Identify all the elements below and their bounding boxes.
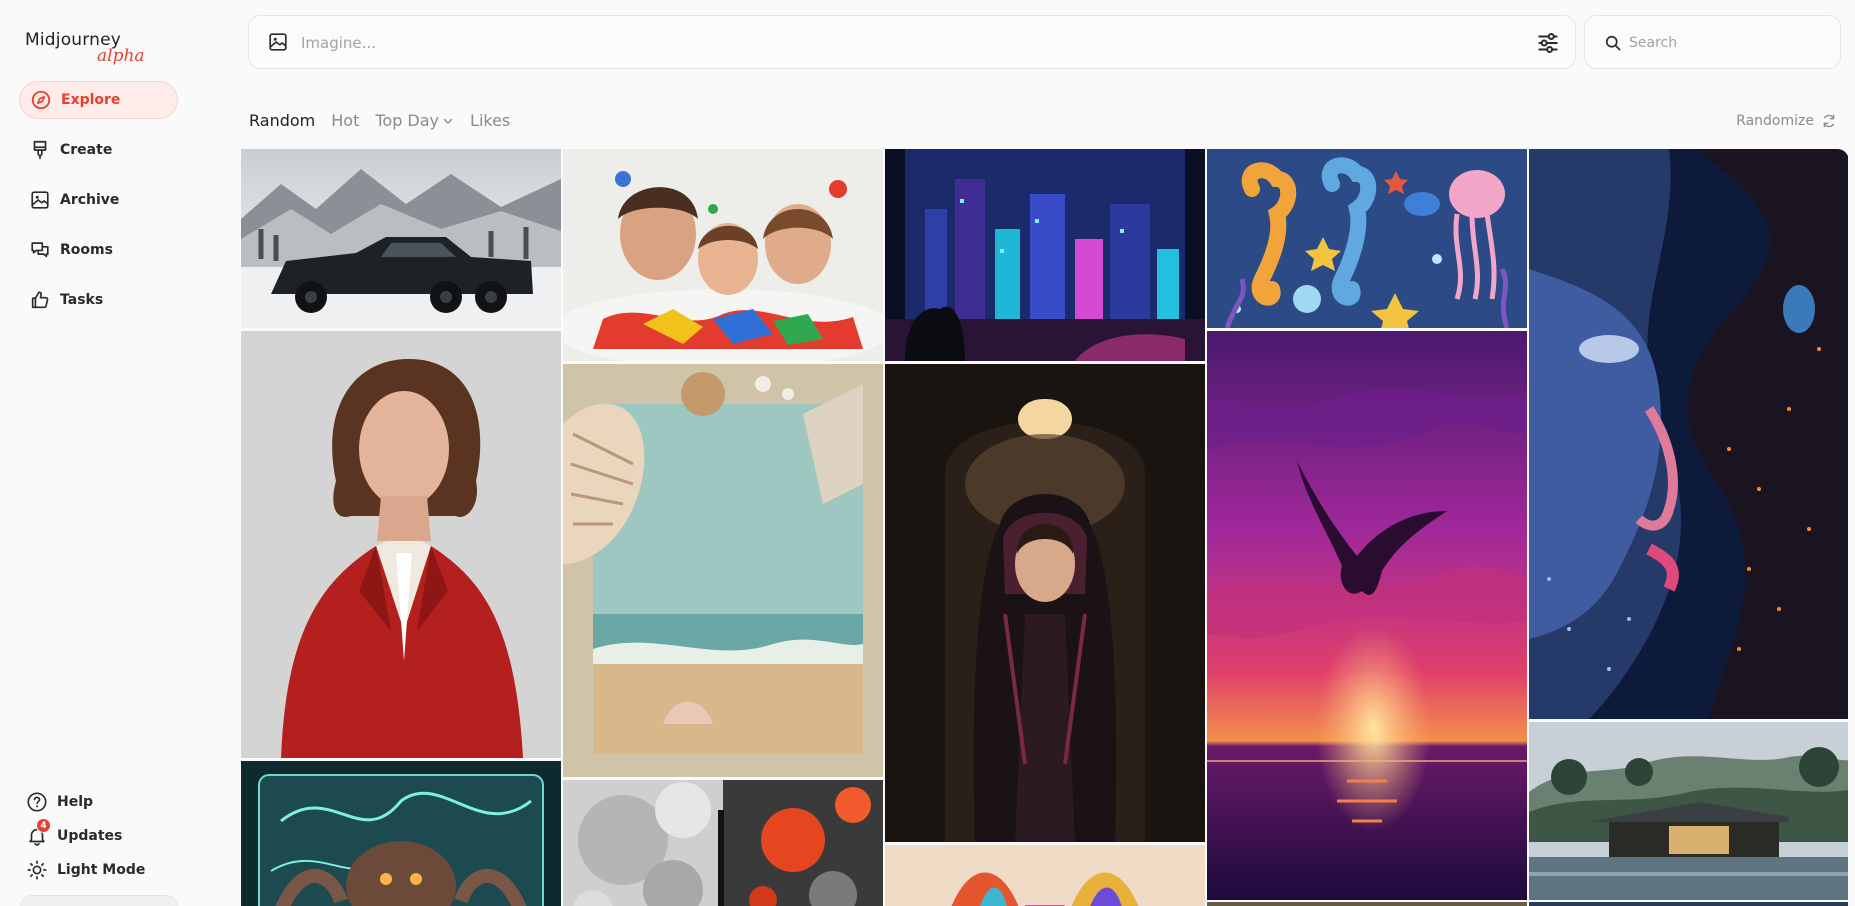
tab-top-day-label: Top Day	[375, 111, 440, 130]
sidebar-item-rooms[interactable]: Rooms	[19, 231, 178, 269]
feed-tabs: Random Hot Top Day Likes	[249, 111, 526, 130]
tab-hot[interactable]: Hot	[331, 111, 359, 130]
tab-random[interactable]: Random	[249, 111, 315, 130]
updates-label: Updates	[57, 828, 123, 844]
midjourney-app: Midjourney alpha Explore Create Archive …	[0, 0, 1855, 906]
gallery-image-woman-red-blazer[interactable]	[241, 331, 561, 758]
tab-likes[interactable]: Likes	[470, 111, 510, 130]
sun-icon	[27, 860, 47, 880]
search-input[interactable]	[1629, 31, 1829, 55]
sidebar-item-archive[interactable]: Archive	[19, 181, 178, 219]
image-icon	[269, 33, 287, 51]
gallery-image-modern-house[interactable]	[1529, 722, 1848, 900]
sidebar-item-explore[interactable]: Explore	[19, 81, 178, 119]
compass-icon	[31, 90, 51, 110]
search-icon	[1605, 35, 1621, 51]
updates-badge: 4	[36, 818, 51, 833]
sidebar-account-button[interactable]	[20, 895, 178, 906]
paintbrush-icon	[33, 140, 47, 160]
sidebar-item-tasks[interactable]: Tasks	[19, 281, 178, 319]
gallery-image-seashell-collage[interactable]	[563, 364, 883, 777]
gallery-image-paint-family[interactable]	[563, 149, 883, 361]
gallery-image-octopus-creature[interactable]	[241, 761, 561, 906]
chevron-down-icon	[443, 118, 453, 124]
gallery-image-partial-2[interactable]	[1529, 902, 1848, 906]
sidebar-item-label: Create	[60, 142, 113, 158]
help-button[interactable]: Help	[26, 791, 93, 813]
imagine-input[interactable]	[301, 30, 1481, 56]
gallery-image-bubbles[interactable]	[563, 780, 883, 906]
gallery-image-feathered-art[interactable]	[885, 845, 1205, 906]
gallery-image-hooded-woman[interactable]	[885, 364, 1205, 842]
search-box	[1584, 15, 1841, 69]
chat-bubbles-icon	[31, 242, 49, 258]
gallery-image-neon-city[interactable]	[885, 149, 1205, 361]
tab-top-day[interactable]: Top Day	[375, 111, 454, 130]
randomize-label: Randomize	[1736, 113, 1814, 129]
logo[interactable]: Midjourney alpha	[25, 30, 145, 66]
gallery-image-seahorses[interactable]	[1207, 149, 1527, 328]
sidebar-item-label: Rooms	[60, 242, 113, 258]
sidebar-item-label: Tasks	[60, 292, 104, 308]
light-mode-label: Light Mode	[57, 862, 146, 878]
gallery-image-cosmic-face[interactable]	[1529, 149, 1848, 719]
sidebar-item-create[interactable]: Create	[19, 131, 178, 169]
question-circle-icon	[27, 792, 47, 812]
refresh-icon	[1823, 114, 1835, 128]
help-label: Help	[57, 794, 94, 810]
gallery-image-partial[interactable]	[1207, 902, 1527, 906]
updates-button[interactable]: 4 Updates	[26, 818, 123, 847]
light-mode-toggle[interactable]: Light Mode	[26, 859, 145, 881]
imagine-bar	[248, 15, 1576, 69]
logo-alpha-tag: alpha	[97, 46, 145, 66]
image-gallery	[241, 149, 1848, 906]
sidebar: Midjourney alpha Explore Create Archive …	[0, 0, 200, 906]
image-icon	[31, 191, 49, 209]
randomize-button[interactable]: Randomize	[1736, 113, 1837, 129]
thumbs-up-icon	[31, 291, 49, 309]
sidebar-item-label: Archive	[60, 192, 120, 208]
sidebar-item-label: Explore	[61, 92, 121, 108]
gallery-image-eagle-sunset[interactable]	[1207, 331, 1527, 900]
gallery-image-snow-truck[interactable]	[241, 149, 561, 328]
settings-sliders-icon[interactable]	[1535, 30, 1561, 56]
